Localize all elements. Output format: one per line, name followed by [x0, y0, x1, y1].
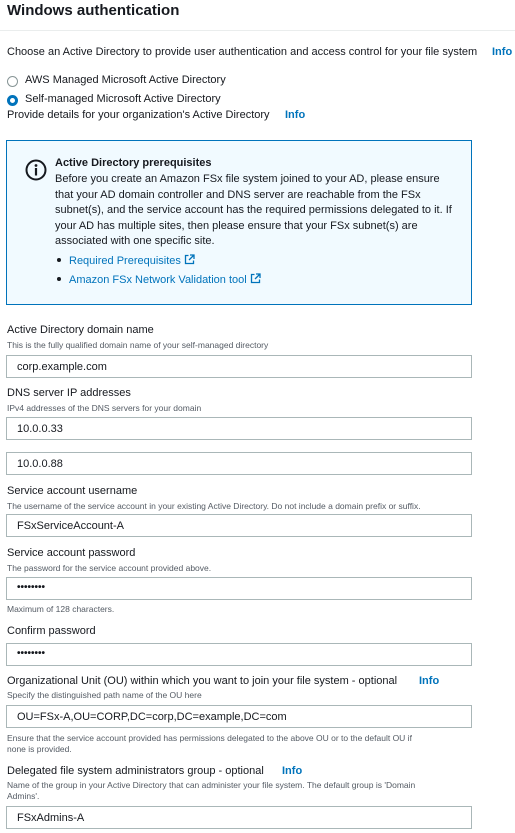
link-label[interactable]: Required Prerequisites — [69, 255, 181, 267]
ou-desc: Specify the distinguished path name of t… — [7, 690, 202, 700]
ou-info-link[interactable]: Info — [419, 675, 439, 687]
dns-desc: IPv4 addresses of the DNS servers for yo… — [7, 403, 202, 413]
bullet-dot — [57, 258, 61, 262]
domain-name-desc: This is the fully qualified domain name … — [7, 340, 269, 350]
link-label[interactable]: Amazon FSx Network Validation tool — [69, 274, 247, 286]
dns-ip-input-1[interactable]: 10.0.0.33 — [6, 417, 472, 440]
radio-aws-managed[interactable] — [7, 76, 18, 87]
admins-info-link[interactable]: Info — [282, 765, 302, 777]
prerequisites-alert: Active Directory prerequisites Before yo… — [6, 140, 472, 305]
link-required-prerequisites[interactable]: Required Prerequisites — [57, 254, 195, 268]
intro-text: Choose an Active Directory to provide us… — [7, 46, 478, 58]
username-label: Service account username — [7, 485, 138, 497]
link-network-validation-tool[interactable]: Amazon FSx Network Validation tool — [57, 273, 261, 287]
radio-self-managed[interactable] — [7, 95, 18, 106]
domain-name-input[interactable]: corp.example.com — [6, 355, 472, 378]
ou-hint-line2: none is provided. — [7, 744, 72, 754]
section-title: Windows authentication — [7, 2, 180, 19]
dns-label: DNS server IP addresses — [7, 387, 131, 399]
intro-info-link[interactable]: Info — [492, 46, 512, 58]
alert-body: Before you create an Amazon FSx file sys… — [55, 173, 452, 248]
alert-title: Active Directory prerequisites — [55, 157, 212, 169]
admins-group-label: Delegated file system administrators gro… — [7, 765, 264, 777]
external-link-icon — [250, 273, 261, 287]
info-circle-icon — [25, 159, 47, 181]
confirm-password-input[interactable]: •••••••• — [6, 643, 472, 666]
admins-desc-line1: Name of the group in your Active Directo… — [7, 780, 416, 790]
radio-self-managed-label[interactable]: Self-managed Microsoft Active Directory — [25, 93, 221, 105]
password-input[interactable]: •••••••• — [6, 577, 472, 600]
admins-group-input[interactable]: FSxAdmins-A — [6, 806, 472, 829]
details-info-link[interactable]: Info — [285, 109, 305, 121]
password-label: Service account password — [7, 547, 136, 559]
header-divider — [0, 30, 515, 31]
details-text: Provide details for your organization's … — [7, 109, 270, 121]
dns-ip-input-2[interactable]: 10.0.0.88 — [6, 452, 472, 475]
confirm-password-label: Confirm password — [7, 625, 96, 637]
ou-input[interactable]: OU=FSx-A,OU=CORP,DC=corp,DC=example,DC=c… — [6, 705, 472, 728]
ou-hint-line1: Ensure that the service account provided… — [7, 733, 412, 743]
password-hint: Maximum of 128 characters. — [7, 604, 115, 614]
ou-label: Organizational Unit (OU) within which yo… — [7, 675, 398, 687]
domain-name-label: Active Directory domain name — [7, 324, 154, 336]
external-link-icon — [184, 254, 195, 268]
username-input[interactable]: FSxServiceAccount-A — [6, 514, 472, 537]
radio-aws-managed-label[interactable]: AWS Managed Microsoft Active Directory — [25, 74, 226, 86]
password-desc: The password for the service account pro… — [7, 563, 212, 573]
bullet-dot — [57, 277, 61, 281]
username-desc: The username of the service account in y… — [7, 501, 421, 511]
admins-desc-line2: Admins'. — [7, 791, 40, 801]
